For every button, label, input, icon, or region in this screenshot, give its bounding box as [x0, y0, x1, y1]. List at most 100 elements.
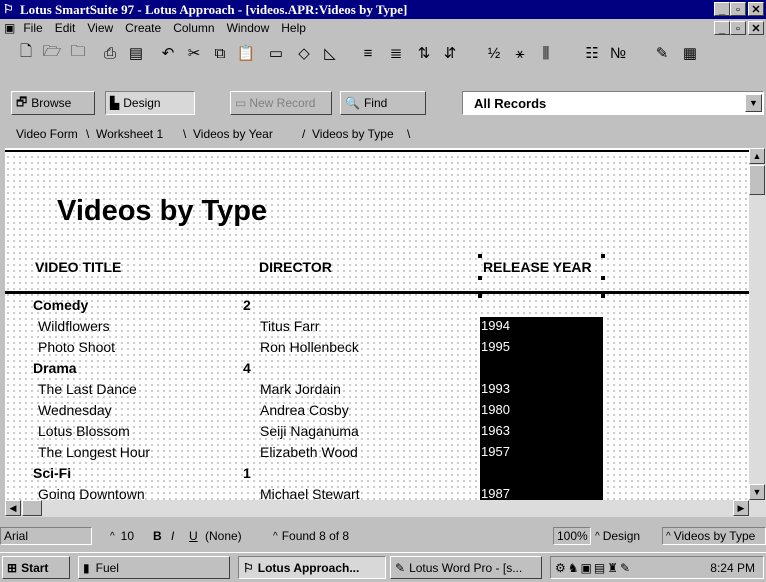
- menu-view[interactable]: View: [87, 21, 113, 35]
- menu-file[interactable]: File: [23, 21, 42, 35]
- calendar-icon[interactable]: ▦: [678, 41, 702, 65]
- release-year-cell: 1993: [481, 381, 510, 396]
- align-right-icon[interactable]: ≣: [384, 41, 408, 65]
- doc-minimize-button[interactable]: _: [714, 21, 730, 35]
- paste-icon[interactable]: 📋: [234, 41, 258, 65]
- menu-column[interactable]: Column: [173, 21, 214, 35]
- new-record-button[interactable]: ▭ New Record: [230, 91, 332, 115]
- underline-button[interactable]: U: [186, 527, 200, 545]
- director-cell: Andrea Cosby: [260, 402, 349, 418]
- tab-videos-by-year[interactable]: Videos by Year: [193, 127, 273, 145]
- design-button[interactable]: ▙ Design: [105, 91, 195, 115]
- app-icon[interactable]: ⚐: [3, 2, 14, 17]
- doc-icon[interactable]: ▣: [4, 21, 15, 35]
- selection-handle[interactable]: [478, 294, 482, 298]
- scroll-right-icon[interactable]: ▶: [733, 500, 749, 516]
- tab-worksheet-1[interactable]: Worksheet 1: [96, 127, 163, 145]
- tray-icons[interactable]: ⚙♞▣▤♜✎: [555, 561, 632, 575]
- close-file-icon[interactable]: 🗀: [66, 41, 90, 65]
- align-left-icon[interactable]: ≡: [356, 41, 380, 65]
- menu-edit[interactable]: Edit: [55, 21, 76, 35]
- tab-divider-icon: \: [183, 127, 187, 141]
- cross-tab-icon[interactable]: ⚹: [508, 41, 532, 65]
- maximize-button[interactable]: ▫: [730, 2, 746, 16]
- zoom-level[interactable]: 100%: [553, 527, 591, 545]
- group-count: 2: [243, 297, 251, 313]
- columns-icon[interactable]: ⫼: [534, 41, 558, 65]
- text-style-field[interactable]: (None): [202, 527, 254, 545]
- find-button[interactable]: 🔍 Find: [340, 91, 426, 115]
- video-title-cell: Going Downtown: [38, 486, 145, 500]
- column-header-director[interactable]: DIRECTOR: [259, 259, 332, 275]
- records-filter-dropdown[interactable]: All Records ▼: [462, 91, 764, 115]
- title-bar: ⚐ Lotus SmartSuite 97 - Lotus Approach -…: [0, 0, 766, 19]
- minimize-button[interactable]: _: [714, 2, 730, 16]
- scroll-left-icon[interactable]: ◀: [5, 500, 21, 516]
- tab-videos-by-type[interactable]: Videos by Type: [312, 127, 394, 145]
- menu-help[interactable]: Help: [281, 21, 306, 35]
- approach-icon: ⚐: [243, 560, 254, 575]
- selection-handle[interactable]: [601, 294, 605, 298]
- column-header-title[interactable]: VIDEO TITLE: [35, 259, 121, 275]
- selection-handle[interactable]: [601, 276, 605, 280]
- start-button[interactable]: ⊞ Start: [2, 556, 70, 579]
- bold-button[interactable]: B: [150, 527, 164, 545]
- release-year-cell: 1995: [481, 339, 510, 354]
- chart-icon[interactable]: ◺: [318, 41, 342, 65]
- video-title-cell: Wednesday: [38, 402, 112, 418]
- draw-icon[interactable]: ▭: [264, 41, 288, 65]
- scroll-up-icon[interactable]: ▲: [749, 148, 765, 164]
- selection-handle[interactable]: [478, 254, 482, 258]
- shape-icon[interactable]: ◇: [292, 41, 316, 65]
- menu-create[interactable]: Create: [125, 21, 161, 35]
- report-icon[interactable]: ☷: [580, 41, 604, 65]
- word-pro-icon: ✎: [395, 560, 406, 575]
- note-icon[interactable]: ✎: [650, 41, 674, 65]
- italic-button[interactable]: I: [168, 527, 182, 545]
- scroll-down-icon[interactable]: ▼: [749, 484, 765, 500]
- vertical-scrollbar[interactable]: ▲ ▼: [749, 148, 766, 500]
- sort-descending-icon[interactable]: ⇵: [438, 41, 462, 65]
- column-header-release-year[interactable]: RELEASE YEAR: [483, 259, 592, 275]
- current-view-indicator[interactable]: ^ Videos by Type: [662, 527, 766, 545]
- copy-icon[interactable]: ⧉: [208, 41, 232, 65]
- found-status[interactable]: ^ Found 8 of 8: [270, 527, 420, 545]
- undo-icon[interactable]: ↶: [156, 41, 180, 65]
- horizontal-scroll-thumb[interactable]: [22, 500, 42, 516]
- report-title[interactable]: Videos by Type: [57, 195, 267, 228]
- browse-button[interactable]: 🗗 Browse: [11, 91, 95, 115]
- director-cell: Elizabeth Wood: [260, 444, 358, 460]
- selection-handle[interactable]: [478, 276, 482, 280]
- video-title-cell: Lotus Blossom: [38, 423, 130, 439]
- number-format-icon[interactable]: №: [606, 41, 630, 65]
- task-lotus-approach[interactable]: ⚐ Lotus Approach...: [238, 556, 386, 579]
- horizontal-scrollbar[interactable]: ◀ ▶: [5, 500, 766, 517]
- cut-icon[interactable]: ✂: [182, 41, 206, 65]
- menu-window[interactable]: Window: [227, 21, 270, 35]
- video-title-cell: Wildflowers: [38, 318, 110, 334]
- task-lotus-word-pro[interactable]: ✎ Lotus Word Pro - [s...: [390, 556, 542, 579]
- fraction-icon[interactable]: ½: [482, 41, 506, 65]
- sort-ascending-icon[interactable]: ⇅: [412, 41, 436, 65]
- chevron-up-icon: ^: [273, 530, 278, 542]
- chevron-down-icon[interactable]: ▼: [745, 94, 762, 112]
- report-design-canvas[interactable]: Videos by Type VIDEO TITLE DIRECTOR RELE…: [5, 148, 749, 500]
- view-tabs: Video Form \ Worksheet 1 \ Videos by Yea…: [0, 124, 766, 148]
- director-cell: Mark Jordain: [260, 381, 341, 397]
- vertical-scroll-thumb[interactable]: [749, 165, 765, 195]
- tab-video-form[interactable]: Video Form: [16, 127, 78, 145]
- new-icon[interactable]: 🗋: [14, 41, 38, 65]
- doc-close-button[interactable]: ✕: [748, 21, 764, 35]
- selection-handle[interactable]: [601, 254, 605, 258]
- director-cell: Michael Stewart: [260, 486, 360, 500]
- task-fuel[interactable]: ▮ Fuel: [78, 556, 230, 579]
- close-button[interactable]: ✕: [748, 2, 764, 16]
- doc-restore-button[interactable]: ▫: [730, 21, 746, 35]
- font-size-field[interactable]: ^ 10: [96, 527, 138, 545]
- mode-indicator[interactable]: ^ Design: [592, 527, 662, 545]
- action-bar: 🗗 Browse ▙ Design ▭ New Record 🔍 Find Al…: [0, 88, 766, 118]
- preview-icon[interactable]: ▤: [124, 41, 148, 65]
- font-name-field[interactable]: Arial: [0, 527, 92, 545]
- print-icon[interactable]: ⎙: [98, 41, 122, 65]
- open-icon[interactable]: 🗁: [40, 41, 64, 65]
